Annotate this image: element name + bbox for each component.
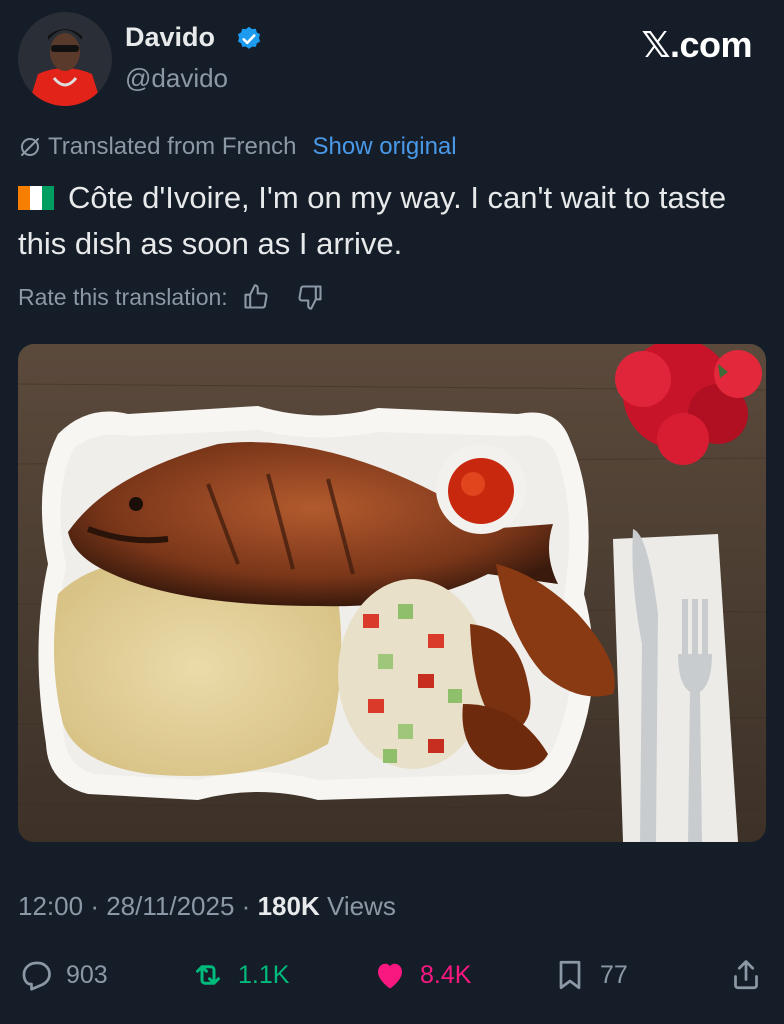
like-button[interactable]: 8.4K [372,954,471,996]
share-icon [734,960,758,990]
tweet-time[interactable]: 12:00 [18,891,83,921]
display-name[interactable]: Davido [125,22,215,53]
globe-strike-icon [21,138,39,156]
bookmark-count: 77 [600,960,628,989]
translation-row: Translated from French Show original [18,131,457,163]
repost-count: 1.1K [238,960,290,989]
tweet-text: Côte d'Ivoire, I'm on my way. I can't wa… [18,175,768,267]
share-button[interactable] [728,954,764,996]
thumbs-up-icon[interactable] [242,283,270,311]
rate-translation-label: Rate this translation: [18,283,228,310]
avatar-image [18,12,112,106]
thumbs-down-icon[interactable] [296,283,324,311]
like-count: 8.4K [420,960,472,989]
verified-badge-icon [237,26,261,49]
reply-icon [22,961,51,991]
reply-button[interactable]: 903 [18,954,108,996]
translated-from-label: Translated from French [48,133,297,160]
show-original-link[interactable]: Show original [313,133,457,161]
avatar[interactable] [18,12,112,106]
bookmark-icon [559,960,581,990]
separator-dot: · [241,891,251,921]
views-count: 180K [257,891,320,921]
tweet-meta: 12:00 · 28/11/2025 · 180K Views [18,891,396,922]
repost-button[interactable]: 1.1K [190,954,289,996]
heart-icon [378,963,402,989]
reply-count: 903 [66,960,108,989]
views-label: Views [326,891,396,921]
tweet-body: Côte d'Ivoire, I'm on my way. I can't wa… [18,180,727,261]
site-logo: 𝕏.com [641,24,752,65]
tweet-date[interactable]: 28/11/2025 [106,891,234,921]
food-photo[interactable] [18,344,766,842]
repost-icon [196,965,220,985]
food-photo-image [18,344,766,842]
handle[interactable]: @davido [125,63,228,94]
rate-translation-row: Rate this translation: [18,281,324,313]
separator-dot: · [90,891,99,921]
cote-divoire-flag-icon [18,177,54,210]
bookmark-button[interactable]: 77 [552,954,628,996]
